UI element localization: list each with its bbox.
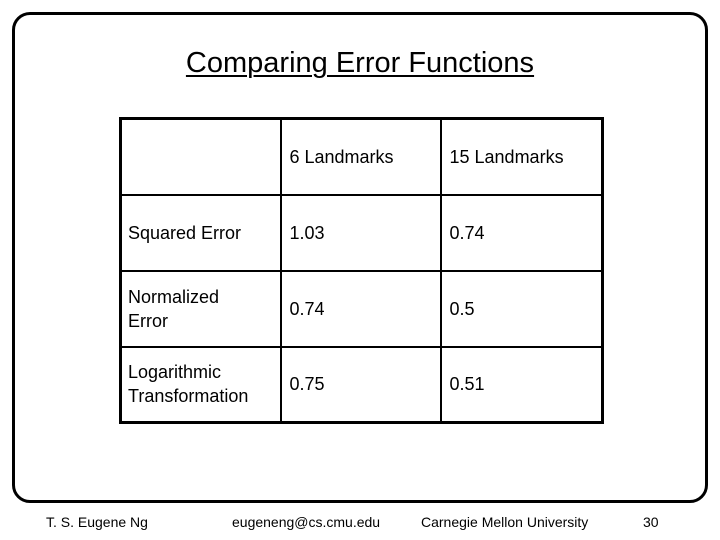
table-header-row: 6 Landmarks 15 Landmarks	[119, 117, 604, 196]
cell-value: 0.75	[279, 345, 442, 424]
footer-author: T. S. Eugene Ng	[46, 514, 148, 530]
table-row: Normalized Error 0.74 0.5	[119, 269, 604, 348]
header-cell-15-landmarks: 15 Landmarks	[439, 117, 604, 196]
cell-value: 0.51	[439, 345, 604, 424]
cell-value: 0.74	[439, 193, 604, 272]
cell-value: 1.03	[279, 193, 442, 272]
footer-email: eugeneng@cs.cmu.edu	[232, 514, 381, 530]
results-table: 6 Landmarks 15 Landmarks Squared Error 1…	[119, 117, 604, 424]
slide-title: Comparing Error Functions	[185, 47, 535, 79]
row-label-squared-error: Squared Error	[119, 193, 282, 272]
table-row: Squared Error 1.03 0.74	[119, 193, 604, 272]
header-cell-6-landmarks: 6 Landmarks	[279, 117, 442, 196]
row-label-normalized-error: Normalized Error	[119, 269, 282, 348]
cell-value: 0.74	[279, 269, 442, 348]
page-number: 30	[643, 514, 659, 530]
cell-value: 0.5	[439, 269, 604, 348]
table-row: Logarithmic Transformation 0.75 0.51	[119, 345, 604, 424]
footer-institution: Carnegie Mellon University	[421, 514, 589, 530]
header-cell-empty	[119, 117, 282, 196]
row-label-logarithmic-transformation: Logarithmic Transformation	[119, 345, 282, 424]
